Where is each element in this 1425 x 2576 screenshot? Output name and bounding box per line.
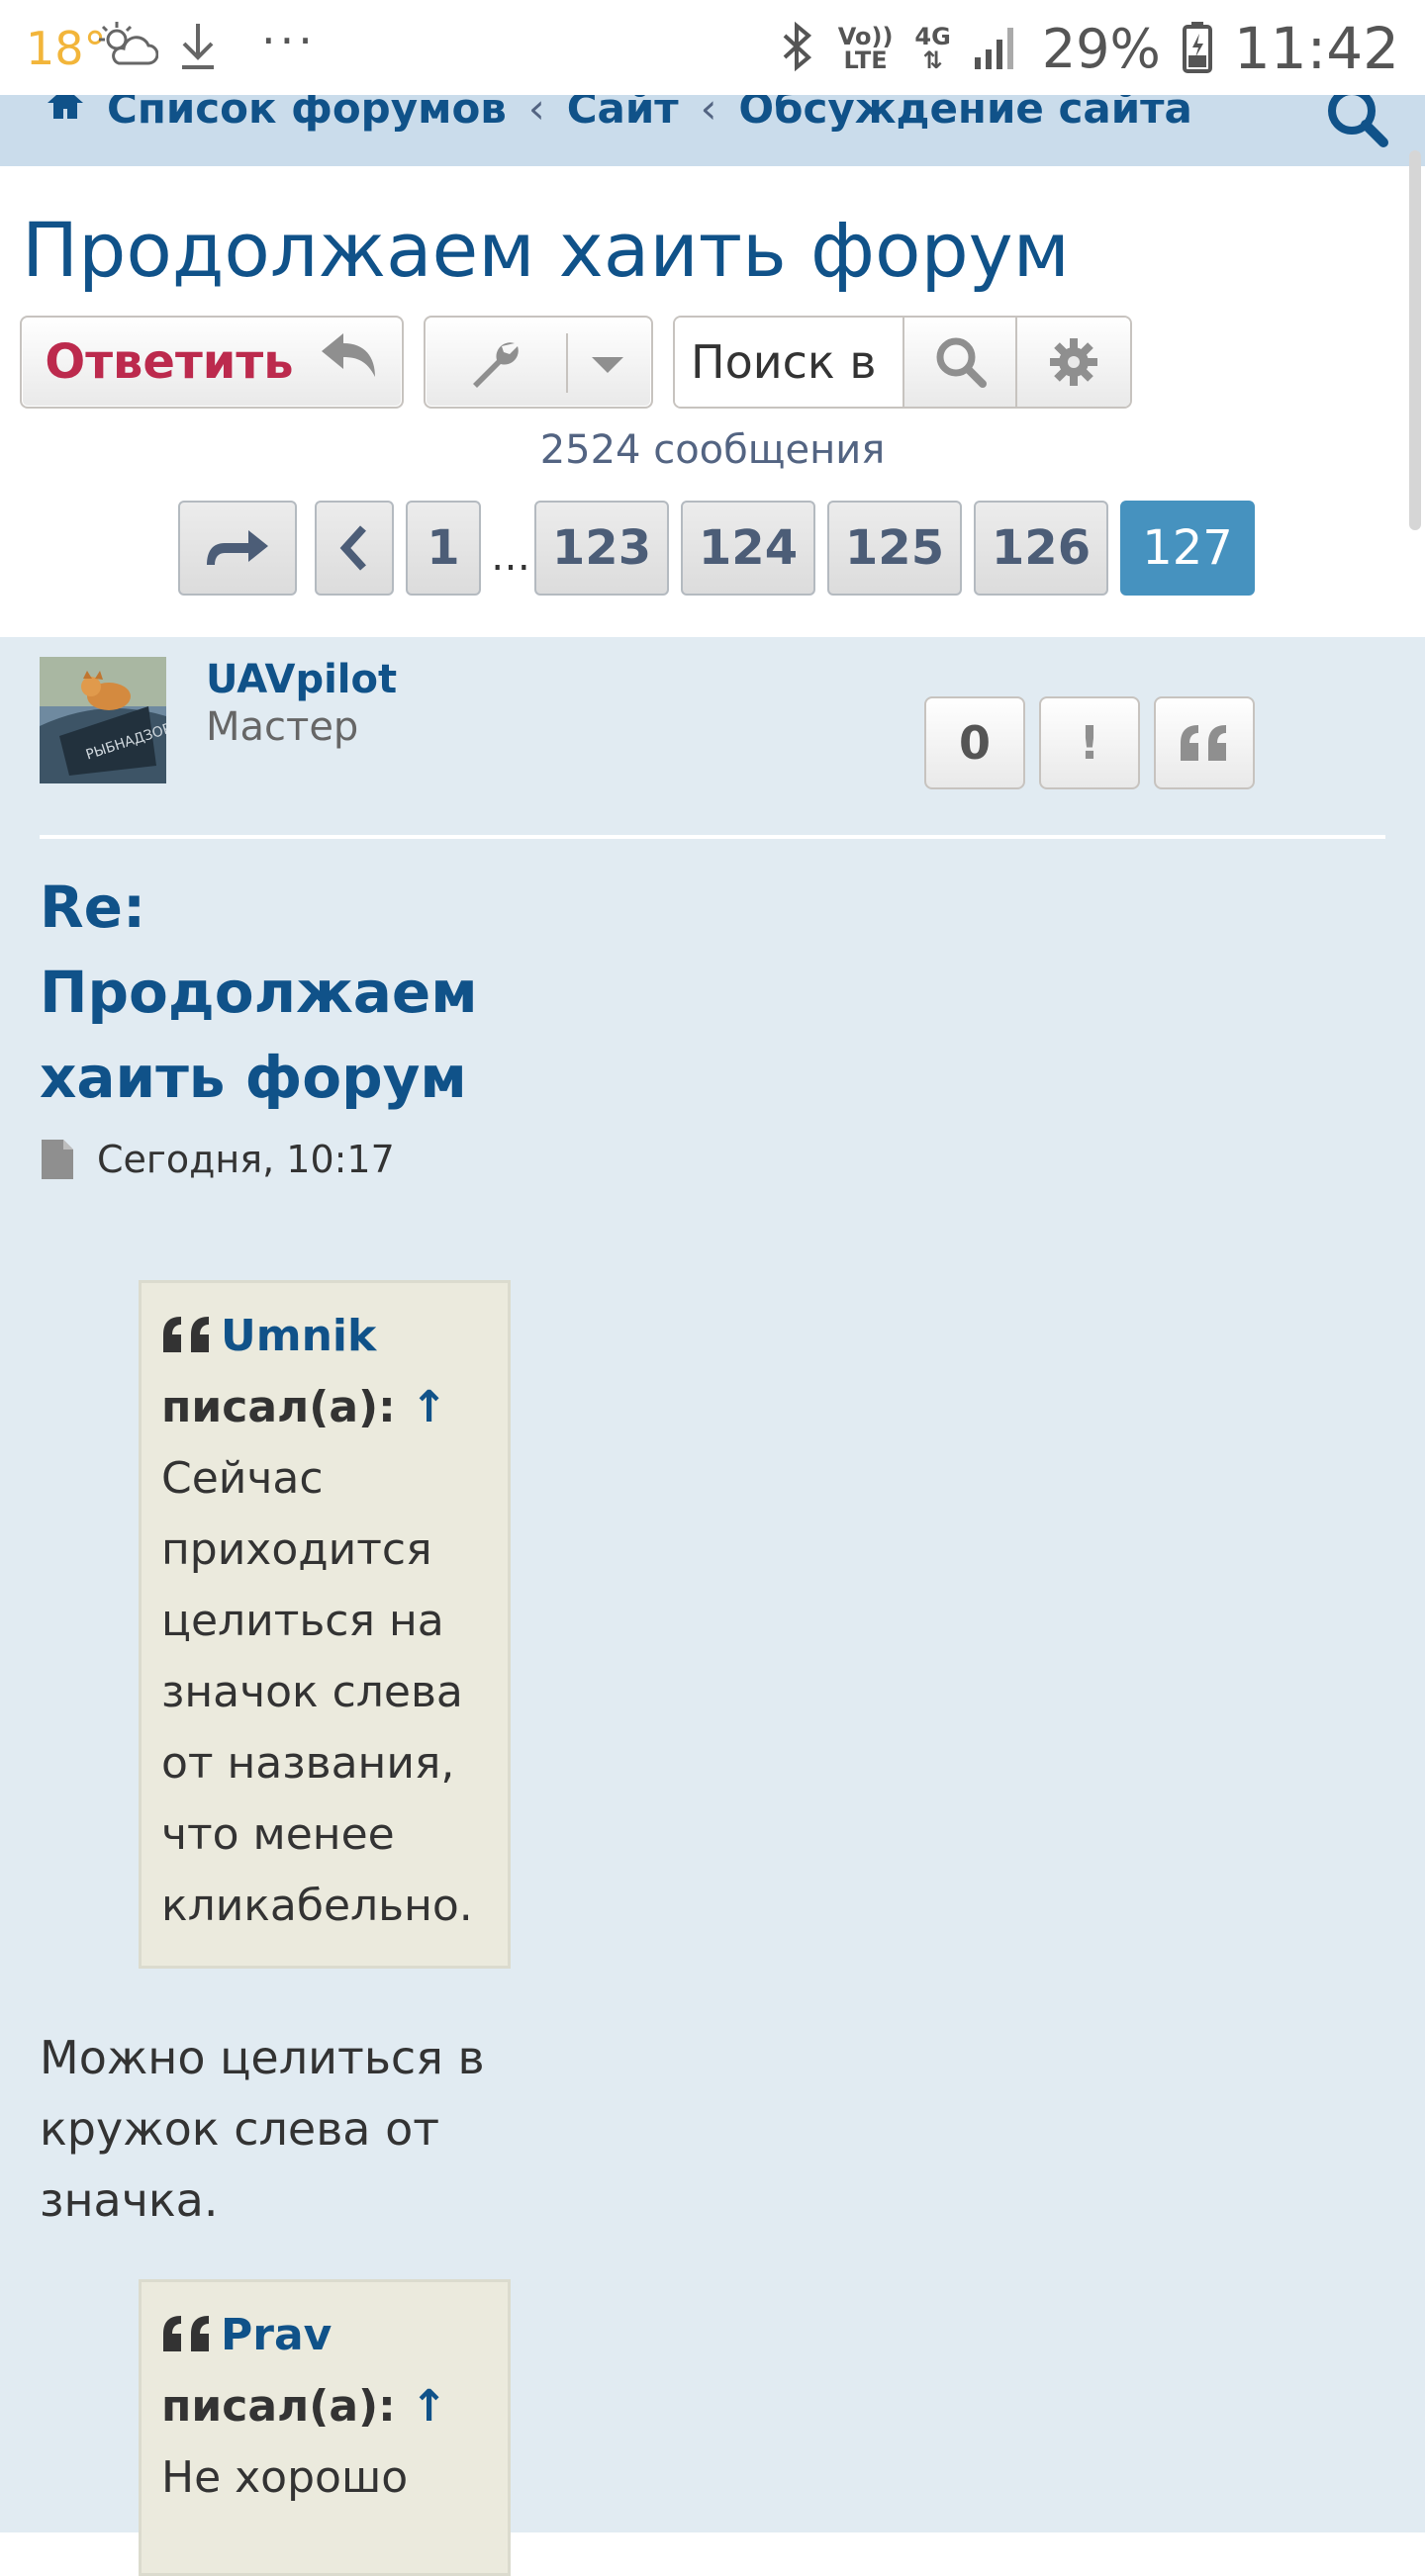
search-button[interactable] bbox=[902, 318, 1017, 407]
quote-text: Сейчас приходится целиться на значок сле… bbox=[161, 1443, 488, 1942]
post-body-text: Можно целиться в кружок слева от значка. bbox=[40, 2022, 554, 2236]
quote-line: от названия, bbox=[161, 1738, 455, 1789]
volte-top: Vo)) bbox=[837, 23, 894, 50]
post-author[interactable]: UAVpilot bbox=[206, 657, 397, 702]
quote-header: Umnik писал(а): ↑ bbox=[161, 1301, 488, 1443]
post-title-line: хаить форум bbox=[40, 1044, 467, 1111]
topic-search-box bbox=[673, 316, 1132, 409]
breadcrumb-links: Список форумов ‹ Сайт ‹ Обсуждение сайта bbox=[46, 95, 1192, 133]
volte-indicator: Vo)) LTE bbox=[838, 25, 894, 72]
post-date: Сегодня, 10:17 bbox=[40, 1138, 395, 1181]
home-icon[interactable] bbox=[46, 95, 85, 133]
reaction-count: 0 bbox=[958, 716, 991, 770]
tools-divider bbox=[566, 333, 568, 393]
wrench-icon bbox=[469, 337, 522, 395]
advanced-search-button[interactable] bbox=[1015, 318, 1130, 407]
quote-line: что менее bbox=[161, 1809, 395, 1860]
search-input[interactable] bbox=[675, 318, 902, 407]
post-count: 2524 сообщения bbox=[539, 427, 886, 473]
quote-author-link[interactable]: Prav bbox=[221, 2310, 332, 2360]
volte-bottom: LTE bbox=[843, 46, 888, 74]
quote-line: целиться на bbox=[161, 1596, 444, 1646]
post-title-line: Re: bbox=[40, 874, 146, 941]
quote-icon bbox=[1181, 725, 1226, 761]
quote-line: значок слева bbox=[161, 1667, 463, 1717]
quote-wrote: писал(а): bbox=[161, 2381, 396, 2432]
crumb-separator: ‹ bbox=[527, 95, 545, 133]
clock: 11:42 bbox=[1233, 15, 1399, 82]
battery-icon bbox=[1182, 20, 1212, 77]
page-1-button[interactable]: 1 bbox=[406, 501, 481, 596]
quote-icon bbox=[163, 1317, 209, 1352]
quote-line: приходится bbox=[161, 1524, 432, 1575]
post-date-text: Сегодня, 10:17 bbox=[97, 1138, 395, 1181]
bluetooth-icon bbox=[777, 20, 816, 77]
post-divider bbox=[40, 835, 1385, 839]
quote-line: Не хорошо bbox=[161, 2452, 409, 2503]
crumb-site-discussion[interactable]: Обсуждение сайта bbox=[738, 95, 1191, 133]
file-icon[interactable] bbox=[40, 1138, 75, 1181]
post-title[interactable]: Re: Продолжаем хаить форум bbox=[40, 865, 495, 1120]
exclamation-icon: ! bbox=[1079, 716, 1100, 770]
quote-author-link[interactable]: Umnik bbox=[221, 1311, 376, 1361]
signal-icon bbox=[973, 22, 1020, 75]
reply-label: Ответить bbox=[45, 334, 294, 390]
post-body-line: значка. bbox=[40, 2173, 219, 2227]
search-icon bbox=[936, 337, 987, 388]
quote-button[interactable] bbox=[1154, 696, 1255, 789]
quote-text: Не хорошо bbox=[161, 2442, 488, 2514]
page-126-button[interactable]: 126 bbox=[974, 501, 1108, 596]
status-bar: 18° ··· Vo)) LTE 4G ⇅ 29% 11:42 bbox=[0, 0, 1425, 95]
page-124-button[interactable]: 124 bbox=[681, 501, 815, 596]
page-title[interactable]: Продолжаем хаить форум bbox=[22, 206, 1070, 294]
temperature: 18° bbox=[26, 22, 107, 75]
quote-header: Prav писал(а): ↑ bbox=[161, 2300, 488, 2442]
previous-page-button[interactable] bbox=[315, 501, 394, 596]
jump-to-page-button[interactable] bbox=[178, 501, 297, 596]
pagination-ellipsis: … bbox=[491, 534, 530, 580]
reply-button[interactable]: Ответить bbox=[20, 316, 404, 409]
arrow-up-icon[interactable]: ↑ bbox=[411, 2381, 447, 2432]
download-icon bbox=[178, 20, 218, 82]
status-right-group: Vo)) LTE 4G ⇅ 29% 11:42 bbox=[777, 14, 1399, 83]
cloudy-sun-icon bbox=[97, 20, 159, 84]
report-button[interactable]: ! bbox=[1039, 696, 1140, 789]
reply-arrow-icon bbox=[320, 331, 379, 393]
page-127-current[interactable]: 127 bbox=[1120, 501, 1255, 596]
chevron-left-icon bbox=[339, 525, 366, 571]
quote-block: Umnik писал(а): ↑ Сейчас приходится цели… bbox=[139, 1280, 511, 1969]
post: РЫБНАДЗОР 13 UAVpilot Мастер 0 ! Re: Про… bbox=[0, 637, 1425, 2576]
data-arrows-icon: ⇅ bbox=[922, 46, 943, 74]
battery-percent: 29% bbox=[1041, 17, 1161, 80]
topic-tools-button[interactable] bbox=[424, 316, 653, 409]
reactions-button[interactable]: 0 bbox=[924, 696, 1025, 789]
network-type-label: 4G bbox=[914, 23, 951, 50]
arrow-up-icon[interactable]: ↑ bbox=[411, 1382, 447, 1432]
quote-icon bbox=[163, 2316, 209, 2351]
quote-block: Prav писал(а): ↑ Не хорошо bbox=[139, 2279, 511, 2576]
avatar[interactable]: РЫБНАДЗОР 13 bbox=[40, 657, 166, 783]
chevron-down-icon bbox=[590, 355, 625, 379]
share-arrow-icon bbox=[207, 530, 268, 565]
search-icon[interactable] bbox=[1322, 95, 1391, 150]
page-123-button[interactable]: 123 bbox=[534, 501, 669, 596]
quote-line: кликабельно. bbox=[161, 1881, 473, 1931]
quote-wrote: писал(а): bbox=[161, 1382, 396, 1432]
post-body-line: Можно целиться в bbox=[40, 2031, 485, 2084]
post-body-line: кружок слева от bbox=[40, 2102, 440, 2156]
network-type: 4G ⇅ bbox=[914, 25, 950, 72]
more-notifications-icon: ··· bbox=[261, 14, 317, 67]
page-125-button[interactable]: 125 bbox=[827, 501, 962, 596]
quote-line: Сейчас bbox=[161, 1453, 324, 1504]
scrollbar[interactable] bbox=[1409, 150, 1421, 530]
gear-icon bbox=[1050, 338, 1097, 386]
crumb-site[interactable]: Сайт bbox=[567, 95, 679, 133]
author-rank: Мастер bbox=[206, 704, 359, 750]
crumb-separator: ‹ bbox=[700, 95, 717, 133]
post-title-line: Продолжаем bbox=[40, 959, 478, 1026]
breadcrumb: Список форумов ‹ Сайт ‹ Обсуждение сайта bbox=[0, 95, 1425, 166]
crumb-forum-index[interactable]: Список форумов bbox=[107, 95, 507, 133]
